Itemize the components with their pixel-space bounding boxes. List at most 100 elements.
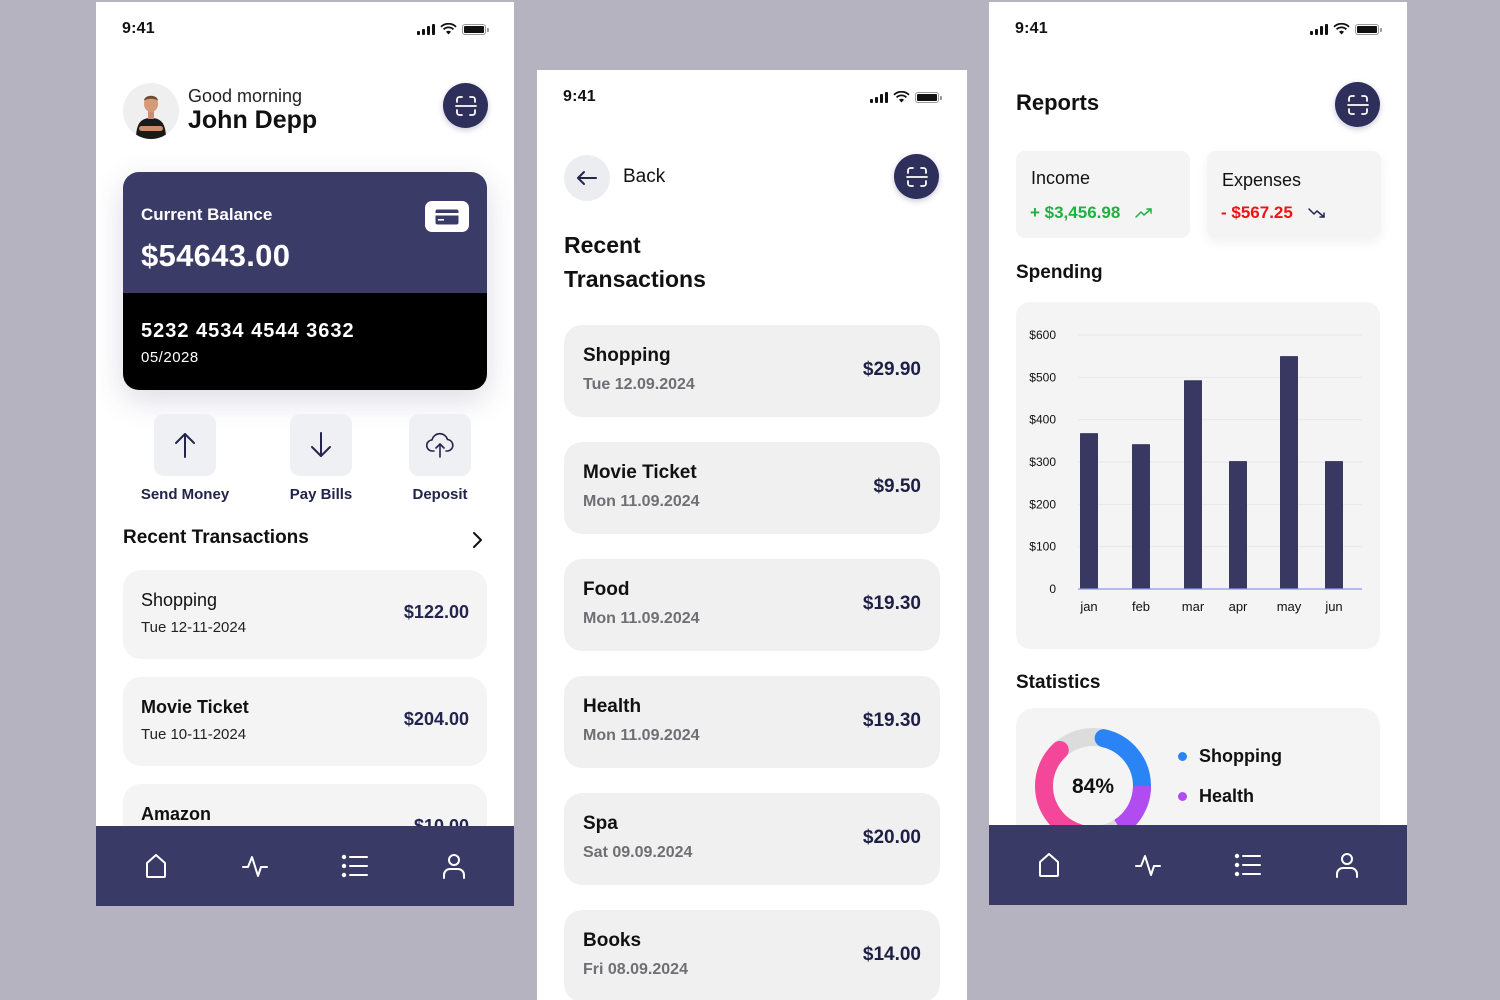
back-button[interactable] xyxy=(564,155,610,201)
transaction-date: Mon 11.09.2024 xyxy=(583,493,700,510)
status-bar: 9:41 xyxy=(537,70,967,126)
card-button[interactable] xyxy=(425,201,469,232)
y-tick-label: $500 xyxy=(1029,370,1056,384)
trend-down-icon xyxy=(1308,208,1325,218)
transaction-item[interactable]: Shopping Tue 12-11-2024 $122.00 xyxy=(123,570,487,659)
x-tick-label: may xyxy=(1277,599,1302,614)
deposit-tile xyxy=(409,414,471,476)
signal-icon xyxy=(1310,23,1328,35)
profile-icon xyxy=(1336,853,1359,878)
nav-list[interactable] xyxy=(1224,841,1272,889)
home-icon xyxy=(1038,853,1059,877)
x-tick-label: feb xyxy=(1132,599,1150,614)
transaction-item[interactable]: Spa Sat 09.09.2024 $20.00 xyxy=(564,793,940,885)
transaction-item[interactable]: Movie Ticket Tue 10-11-2024 $204.00 xyxy=(123,677,487,766)
nav-home[interactable] xyxy=(1025,841,1073,889)
transaction-amount: $14.00 xyxy=(862,944,921,965)
back-label[interactable]: Back xyxy=(623,166,665,188)
deposit-label: Deposit xyxy=(412,486,468,503)
nav-home[interactable] xyxy=(132,842,180,890)
transaction-item[interactable]: Books Fri 08.09.2024 $14.00 xyxy=(564,910,940,1000)
y-tick-label: 0 xyxy=(1049,582,1056,596)
status-time: 9:41 xyxy=(1015,20,1048,37)
transaction-item[interactable]: Movie Ticket Mon 11.09.2024 $9.50 xyxy=(564,442,940,534)
transaction-date: Tue 12-11-2024 xyxy=(141,619,247,636)
list-icon xyxy=(1234,853,1261,877)
signal-icon xyxy=(870,91,888,103)
balance-label: Current Balance xyxy=(141,205,273,224)
scan-icon xyxy=(905,166,928,187)
cloud-upload-icon xyxy=(425,432,454,458)
transaction-date: Fri 08.09.2024 xyxy=(583,961,688,978)
balance-card[interactable]: Current Balance $54643.00 5232 4534 4544… xyxy=(123,172,487,390)
transaction-name: Spa xyxy=(583,813,618,834)
scan-icon xyxy=(1346,94,1369,115)
status-bar: 9:41 xyxy=(989,2,1407,58)
legend-label: Health xyxy=(1199,785,1255,806)
legend-dot xyxy=(1178,791,1187,801)
y-tick-label: $400 xyxy=(1029,413,1056,427)
y-tick-label: $200 xyxy=(1029,497,1056,511)
status-icons xyxy=(1310,23,1382,35)
bar-apr xyxy=(1229,461,1247,590)
x-tick-label: jan xyxy=(1079,599,1097,614)
home-screen: 9:41 Good morning John Depp Current Bala… xyxy=(96,2,514,906)
card-number: 5232 4534 4544 3632 xyxy=(141,320,355,342)
transaction-date: Tue 12.09.2024 xyxy=(583,376,695,393)
signal-icon xyxy=(417,23,435,35)
transaction-name: Shopping xyxy=(141,590,218,610)
legend-item-health: Health xyxy=(1178,776,1282,816)
send-money-tile xyxy=(154,414,216,476)
income-card[interactable]: Income + $3,456.98 xyxy=(1016,151,1190,238)
battery-icon xyxy=(1355,23,1382,35)
transaction-item[interactable]: Health Mon 11.09.2024 $19.30 xyxy=(564,676,940,768)
transaction-name: Amazon xyxy=(141,804,212,824)
statistics-title: Statistics xyxy=(1016,672,1101,693)
y-tick-label: $100 xyxy=(1029,540,1056,554)
nav-profile[interactable] xyxy=(1323,841,1371,889)
bottom-nav xyxy=(989,825,1407,905)
spending-title: Spending xyxy=(1016,262,1103,283)
transactions-screen: 9:41 Back Recent Transactions Shopping T… xyxy=(537,70,967,1000)
card-info-section: 5232 4534 4544 3632 05/2028 xyxy=(123,293,487,390)
deposit-button[interactable]: Deposit xyxy=(385,414,495,503)
title-line-1: Recent xyxy=(564,232,641,258)
chevron-right-icon[interactable] xyxy=(466,529,488,551)
bar-may xyxy=(1280,356,1298,590)
status-time: 9:41 xyxy=(563,88,596,105)
avatar[interactable] xyxy=(123,83,179,139)
nav-list[interactable] xyxy=(331,842,379,890)
transaction-item[interactable]: Food Mon 11.09.2024 $19.30 xyxy=(564,559,940,651)
transaction-item[interactable]: Shopping Tue 12.09.2024 $29.90 xyxy=(564,325,940,417)
arrow-down-icon xyxy=(311,432,331,457)
expenses-card[interactable]: Expenses - $567.25 xyxy=(1207,151,1381,238)
arrow-up-icon xyxy=(175,433,195,458)
status-time: 9:41 xyxy=(122,20,155,37)
transaction-date: Sat 09.09.2024 xyxy=(583,844,693,861)
nav-activity[interactable] xyxy=(231,842,279,890)
x-tick-label: apr xyxy=(1229,599,1248,614)
nav-activity[interactable] xyxy=(1124,841,1172,889)
page-title: Reports xyxy=(1016,90,1100,115)
send-money-label: Send Money xyxy=(140,486,230,503)
nav-profile[interactable] xyxy=(430,842,478,890)
pay-bills-button[interactable]: Pay Bills xyxy=(266,414,376,503)
x-tick-label: jun xyxy=(1324,599,1342,614)
scan-button[interactable] xyxy=(894,154,939,199)
legend-dot xyxy=(1178,751,1187,761)
expenses-value: - $567.25 xyxy=(1221,203,1293,222)
expenses-value-row: - $567.25 xyxy=(1221,203,1329,223)
donut-center-label: 84% xyxy=(1071,775,1115,798)
transaction-amount: $20.00 xyxy=(862,827,921,848)
bar-jan xyxy=(1080,433,1098,590)
send-money-button[interactable]: Send Money xyxy=(130,414,240,503)
trend-up-icon xyxy=(1135,208,1153,218)
scan-button[interactable] xyxy=(443,83,488,128)
scan-button[interactable] xyxy=(1335,82,1380,127)
bar-jun xyxy=(1325,461,1343,590)
legend-label: Shopping xyxy=(1199,745,1282,766)
transaction-amount: $19.30 xyxy=(862,710,921,731)
greeting: Good morning xyxy=(188,86,303,106)
balance-amount: $54643.00 xyxy=(141,238,291,273)
wifi-icon xyxy=(893,91,910,103)
